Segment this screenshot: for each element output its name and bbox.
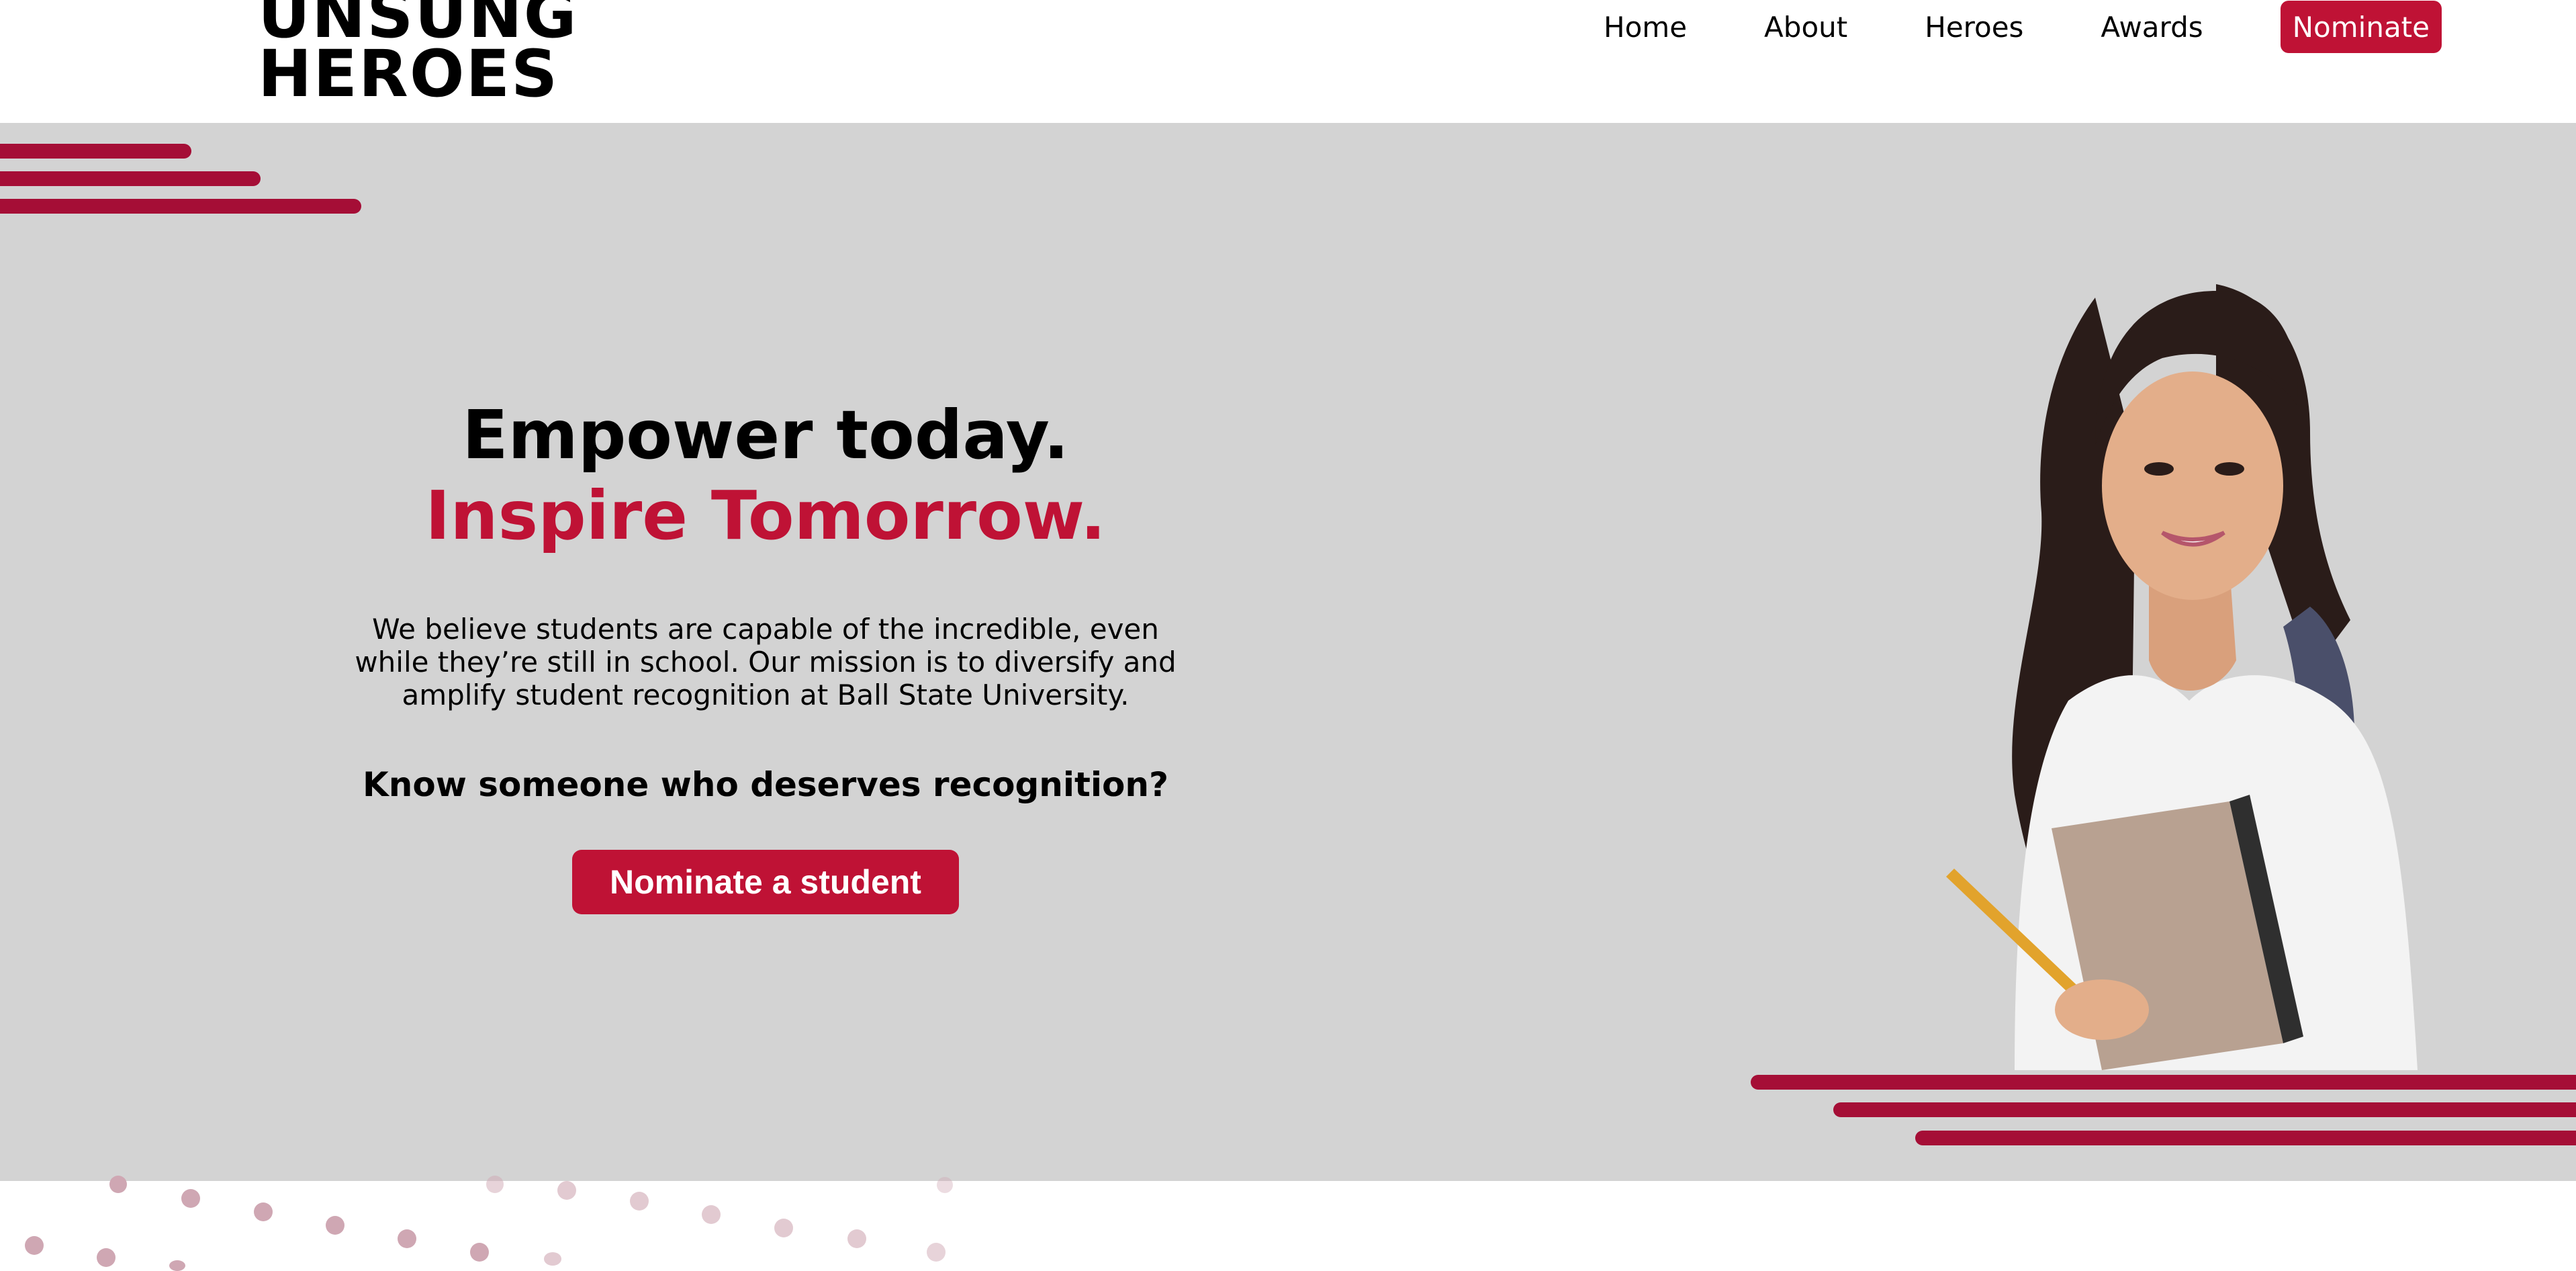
decor-stripe — [1833, 1102, 2576, 1117]
decor-dot — [702, 1205, 721, 1224]
decor-stripe — [0, 199, 361, 214]
decor-dot — [544, 1252, 561, 1266]
student-photo — [1946, 284, 2418, 1070]
decor-dot — [109, 1176, 127, 1193]
decor-stripe — [0, 144, 191, 159]
decor-dot — [470, 1243, 489, 1262]
decor-dot — [486, 1176, 504, 1193]
decor-dot — [169, 1260, 185, 1271]
decor-stripe — [1751, 1075, 2576, 1090]
nav-awards[interactable]: Awards — [2101, 11, 2203, 44]
decor-dot — [398, 1229, 416, 1248]
hero-copy: Empower today. Inspire Tomorrow. We beli… — [336, 395, 1195, 914]
site-header: UNSUNG HEROES Home About Heroes Awards N… — [0, 0, 2576, 123]
logo-line-2: HEROES — [258, 36, 559, 112]
nav-home[interactable]: Home — [1604, 11, 1687, 44]
decor-dot — [25, 1236, 44, 1255]
nominate-student-button[interactable]: Nominate a student — [572, 850, 959, 914]
main-nav: Home About Heroes Awards Nominate — [1526, 0, 2442, 54]
decor-dot — [326, 1216, 344, 1235]
site-logo[interactable]: UNSUNG HEROES — [258, 0, 578, 112]
nav-heroes[interactable]: Heroes — [1925, 11, 2023, 44]
decor-dot — [937, 1177, 953, 1193]
hero-question: Know someone who deserves recognition? — [363, 765, 1168, 804]
hero-headline: Empower today. — [462, 396, 1069, 474]
decor-stripe — [1915, 1131, 2576, 1145]
decor-dot — [557, 1181, 576, 1200]
nav-about[interactable]: About — [1764, 11, 1847, 44]
decor-dot — [847, 1229, 866, 1248]
decor-dot — [927, 1243, 946, 1262]
decor-dot — [254, 1202, 273, 1221]
decor-dot — [181, 1189, 200, 1208]
nav-nominate-button[interactable]: Nominate — [2280, 1, 2442, 53]
decor-dot — [97, 1248, 116, 1267]
hero-subheadline: Inspire Tomorrow. — [425, 476, 1106, 555]
hero-section: Empower today. Inspire Tomorrow. We beli… — [0, 123, 2576, 1181]
hero-paragraph: We believe students are capable of the i… — [355, 613, 1177, 711]
decor-dot — [774, 1219, 793, 1237]
decor-dot — [630, 1192, 649, 1211]
dot-pattern — [0, 1176, 1007, 1271]
decor-stripe — [0, 171, 261, 186]
